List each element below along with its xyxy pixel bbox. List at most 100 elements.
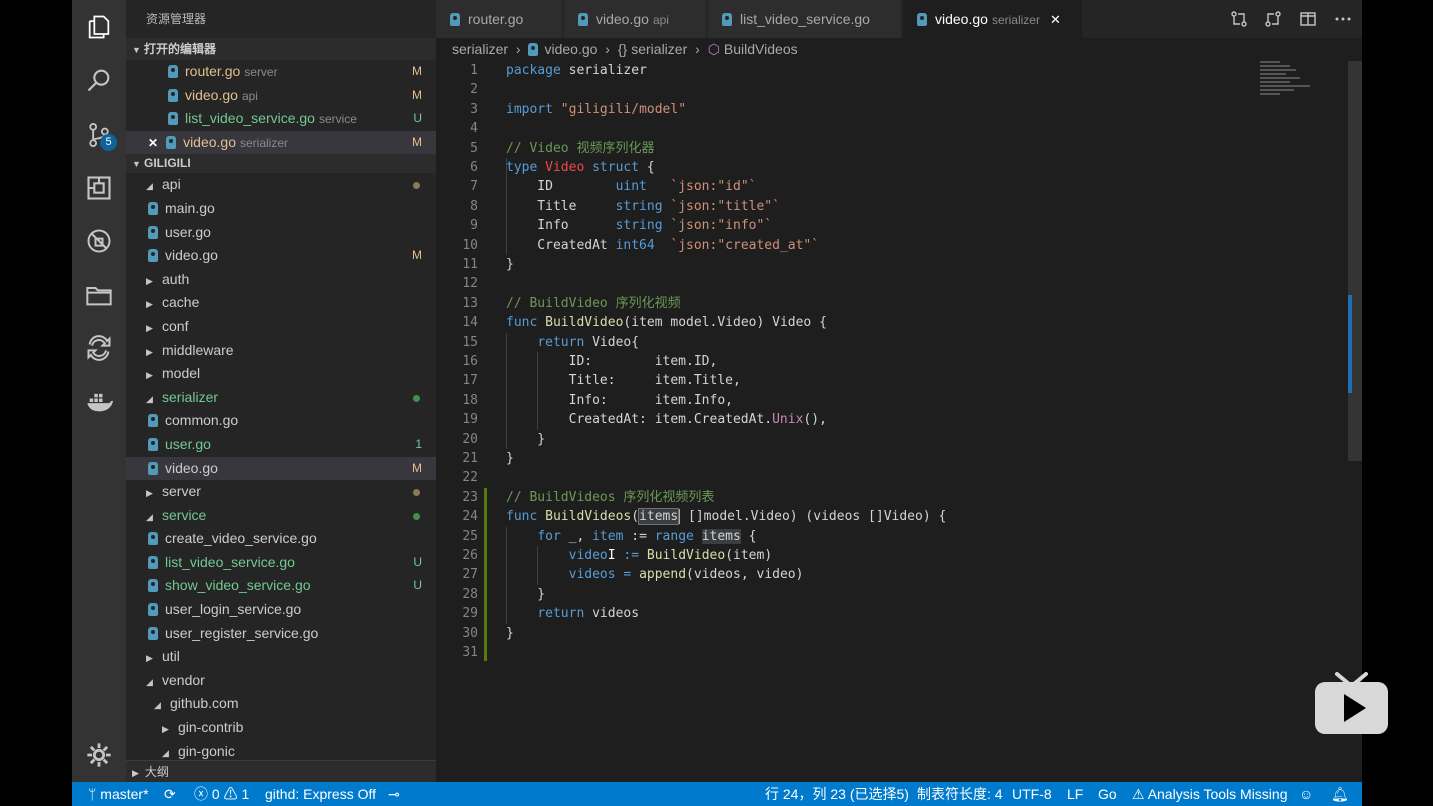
- tree-file-item[interactable]: main.go: [126, 197, 436, 221]
- code-line[interactable]: func BuildVideos(items []model.Video) (v…: [506, 507, 946, 526]
- open-editor-item[interactable]: list_video_service.go service U: [126, 107, 436, 131]
- tree-folder-item[interactable]: ▶ cache: [126, 291, 436, 315]
- tree-folder-item[interactable]: ◢ github.com: [126, 692, 436, 716]
- tree-file-item[interactable]: list_video_service.go U: [126, 551, 436, 575]
- open-editor-item[interactable]: video.go api M: [126, 84, 436, 108]
- tree-folder-item[interactable]: ◢ serializer: [126, 386, 436, 410]
- tab-video-go-api[interactable]: video.go api: [564, 0, 707, 38]
- tree-file-item[interactable]: user_login_service.go: [126, 598, 436, 622]
- tree-file-item[interactable]: user.go: [126, 221, 436, 245]
- tree-folder-item[interactable]: ▶ util: [126, 645, 436, 669]
- minimap[interactable]: [1260, 61, 1320, 121]
- tab-router-go[interactable]: router.go: [436, 0, 563, 38]
- code-line[interactable]: return videos: [506, 604, 639, 623]
- encoding[interactable]: UTF-8: [1012, 782, 1052, 806]
- sync-icon[interactable]: [72, 323, 126, 373]
- video-play-icon[interactable]: [1315, 672, 1388, 734]
- code-line[interactable]: return Video{: [506, 333, 639, 352]
- close-icon[interactable]: ✕: [148, 136, 158, 150]
- code-line[interactable]: ID uint `json:"id"`: [506, 177, 756, 196]
- code-line[interactable]: for _, item := range items {: [506, 527, 757, 546]
- more-actions-icon[interactable]: [1334, 10, 1352, 28]
- tree-file-item[interactable]: user.go 1: [126, 433, 436, 457]
- search-icon[interactable]: [72, 55, 126, 105]
- outline-header[interactable]: ▶ 大纲: [126, 760, 436, 782]
- tree-file-item[interactable]: common.go: [126, 409, 436, 433]
- tree-file-item[interactable]: user_register_service.go: [126, 622, 436, 646]
- tab-video-go-serializer[interactable]: video.go serializer ✕: [903, 0, 1083, 38]
- tab-desc: api: [652, 13, 669, 27]
- tree-folder-item[interactable]: ◢ service: [126, 504, 436, 528]
- code-line[interactable]: }: [506, 430, 545, 449]
- code-line[interactable]: }: [506, 449, 514, 468]
- docker-icon[interactable]: [72, 377, 126, 427]
- code-line[interactable]: // Video 视频序列化器: [506, 139, 654, 158]
- code-line[interactable]: package serializer: [506, 61, 647, 80]
- code-line[interactable]: videoI := BuildVideo(item): [506, 546, 773, 565]
- analysis-tools-item[interactable]: ⚠ Analysis Tools Missing: [1132, 782, 1287, 806]
- split-editor-icon[interactable]: [1299, 10, 1317, 28]
- tree-file-item[interactable]: video.go M: [126, 244, 436, 268]
- tree-file-item[interactable]: video.go M: [126, 456, 436, 481]
- branch-item[interactable]: ᛘ master*: [88, 782, 149, 806]
- notifications-bell-icon[interactable]: 🔔︎: [1331, 782, 1349, 806]
- extensions-panel-icon[interactable]: [72, 163, 126, 213]
- code-line[interactable]: type Video struct {: [506, 158, 655, 177]
- tree-folder-item[interactable]: ◢ api: [126, 173, 436, 197]
- code-line[interactable]: Info: item.Info,: [506, 391, 733, 410]
- code-line[interactable]: Title: item.Title,: [506, 371, 741, 390]
- code-line[interactable]: import "giligili/model": [506, 100, 686, 119]
- tree-folder-item[interactable]: ▶ auth: [126, 268, 436, 292]
- commit-icon[interactable]: ⊸: [388, 782, 400, 806]
- code-line[interactable]: // BuildVideo 序列化视频: [506, 294, 681, 313]
- code-line[interactable]: // BuildVideos 序列化视频列表: [506, 488, 714, 507]
- close-tab-icon[interactable]: ✕: [1050, 12, 1061, 27]
- explorer-icon[interactable]: [72, 2, 126, 52]
- open-editor-item[interactable]: router.go server M: [126, 60, 436, 84]
- breadcrumb-symbol[interactable]: BuildVideos: [724, 41, 798, 57]
- breadcrumb-folder[interactable]: serializer: [452, 41, 508, 57]
- code-line[interactable]: }: [506, 585, 545, 604]
- project-header[interactable]: ▼ GILIGILI: [126, 154, 436, 174]
- cursor-position[interactable]: 行 24，列 23 (已选择5): [765, 782, 909, 806]
- problems-item[interactable]: ⓧ 0 ⚠ 1: [194, 782, 249, 806]
- tree-folder-item[interactable]: ◢ vendor: [126, 669, 436, 693]
- code-line[interactable]: func BuildVideo(item model.Video) Video …: [506, 313, 827, 332]
- sync-status-icon[interactable]: ⟳: [164, 782, 176, 806]
- breadcrumb-package[interactable]: serializer: [631, 41, 687, 57]
- code-line[interactable]: }: [506, 255, 514, 274]
- code-editor[interactable]: 1 2 3 4 5 6 7 8 9 10 11 12 13 14 15 16 17 18 19 20 21 22 23 24 2…: [436, 61, 1362, 782]
- tree-file-item[interactable]: create_video_service.go: [126, 527, 436, 551]
- previous-change-icon[interactable]: [1264, 10, 1282, 28]
- tab-list-video-service[interactable]: list_video_service.go: [708, 0, 902, 38]
- code-line[interactable]: Title string `json:"title"`: [506, 197, 780, 216]
- open-editor-item-active[interactable]: ✕ video.go serializer M: [126, 130, 436, 155]
- error-icon: ⓧ: [194, 786, 208, 802]
- open-changes-icon[interactable]: [1230, 10, 1248, 28]
- tree-file-item[interactable]: show_video_service.go U: [126, 574, 436, 598]
- githd-status[interactable]: githd: Express Off: [265, 782, 376, 806]
- open-editors-header[interactable]: ▼ 打开的编辑器: [126, 38, 436, 60]
- feedback-smiley-icon[interactable]: ☺: [1299, 782, 1313, 806]
- tree-folder-item[interactable]: ▶ middleware: [126, 339, 436, 363]
- tree-folder-item[interactable]: ▶ conf: [126, 315, 436, 339]
- tree-folder-item[interactable]: ▶ gin-contrib: [126, 716, 436, 740]
- folder-icon[interactable]: [72, 270, 126, 320]
- tab-label: router.go: [468, 11, 524, 27]
- vertical-scrollbar[interactable]: [1348, 61, 1362, 461]
- source-control-icon[interactable]: 5: [72, 110, 126, 160]
- code-line[interactable]: ID: item.ID,: [506, 352, 718, 371]
- tab-size[interactable]: 制表符长度: 4: [917, 782, 1003, 806]
- tree-folder-item[interactable]: ▶ model: [126, 362, 436, 386]
- code-line[interactable]: videos = append(videos, video): [506, 565, 804, 584]
- eol[interactable]: LF: [1067, 782, 1083, 806]
- code-line[interactable]: CreatedAt int64 `json:"created_at"`: [506, 236, 819, 255]
- debug-icon[interactable]: [72, 216, 126, 266]
- breadcrumb-file[interactable]: video.go: [544, 41, 597, 57]
- code-line[interactable]: }: [506, 624, 514, 643]
- tree-folder-item[interactable]: ▶ server: [126, 480, 436, 504]
- code-line[interactable]: Info string `json:"info"`: [506, 216, 772, 235]
- settings-gear-icon[interactable]: [72, 730, 126, 780]
- code-line[interactable]: CreatedAt: item.CreatedAt.Unix(),: [506, 410, 827, 429]
- language-mode[interactable]: Go: [1098, 782, 1117, 806]
